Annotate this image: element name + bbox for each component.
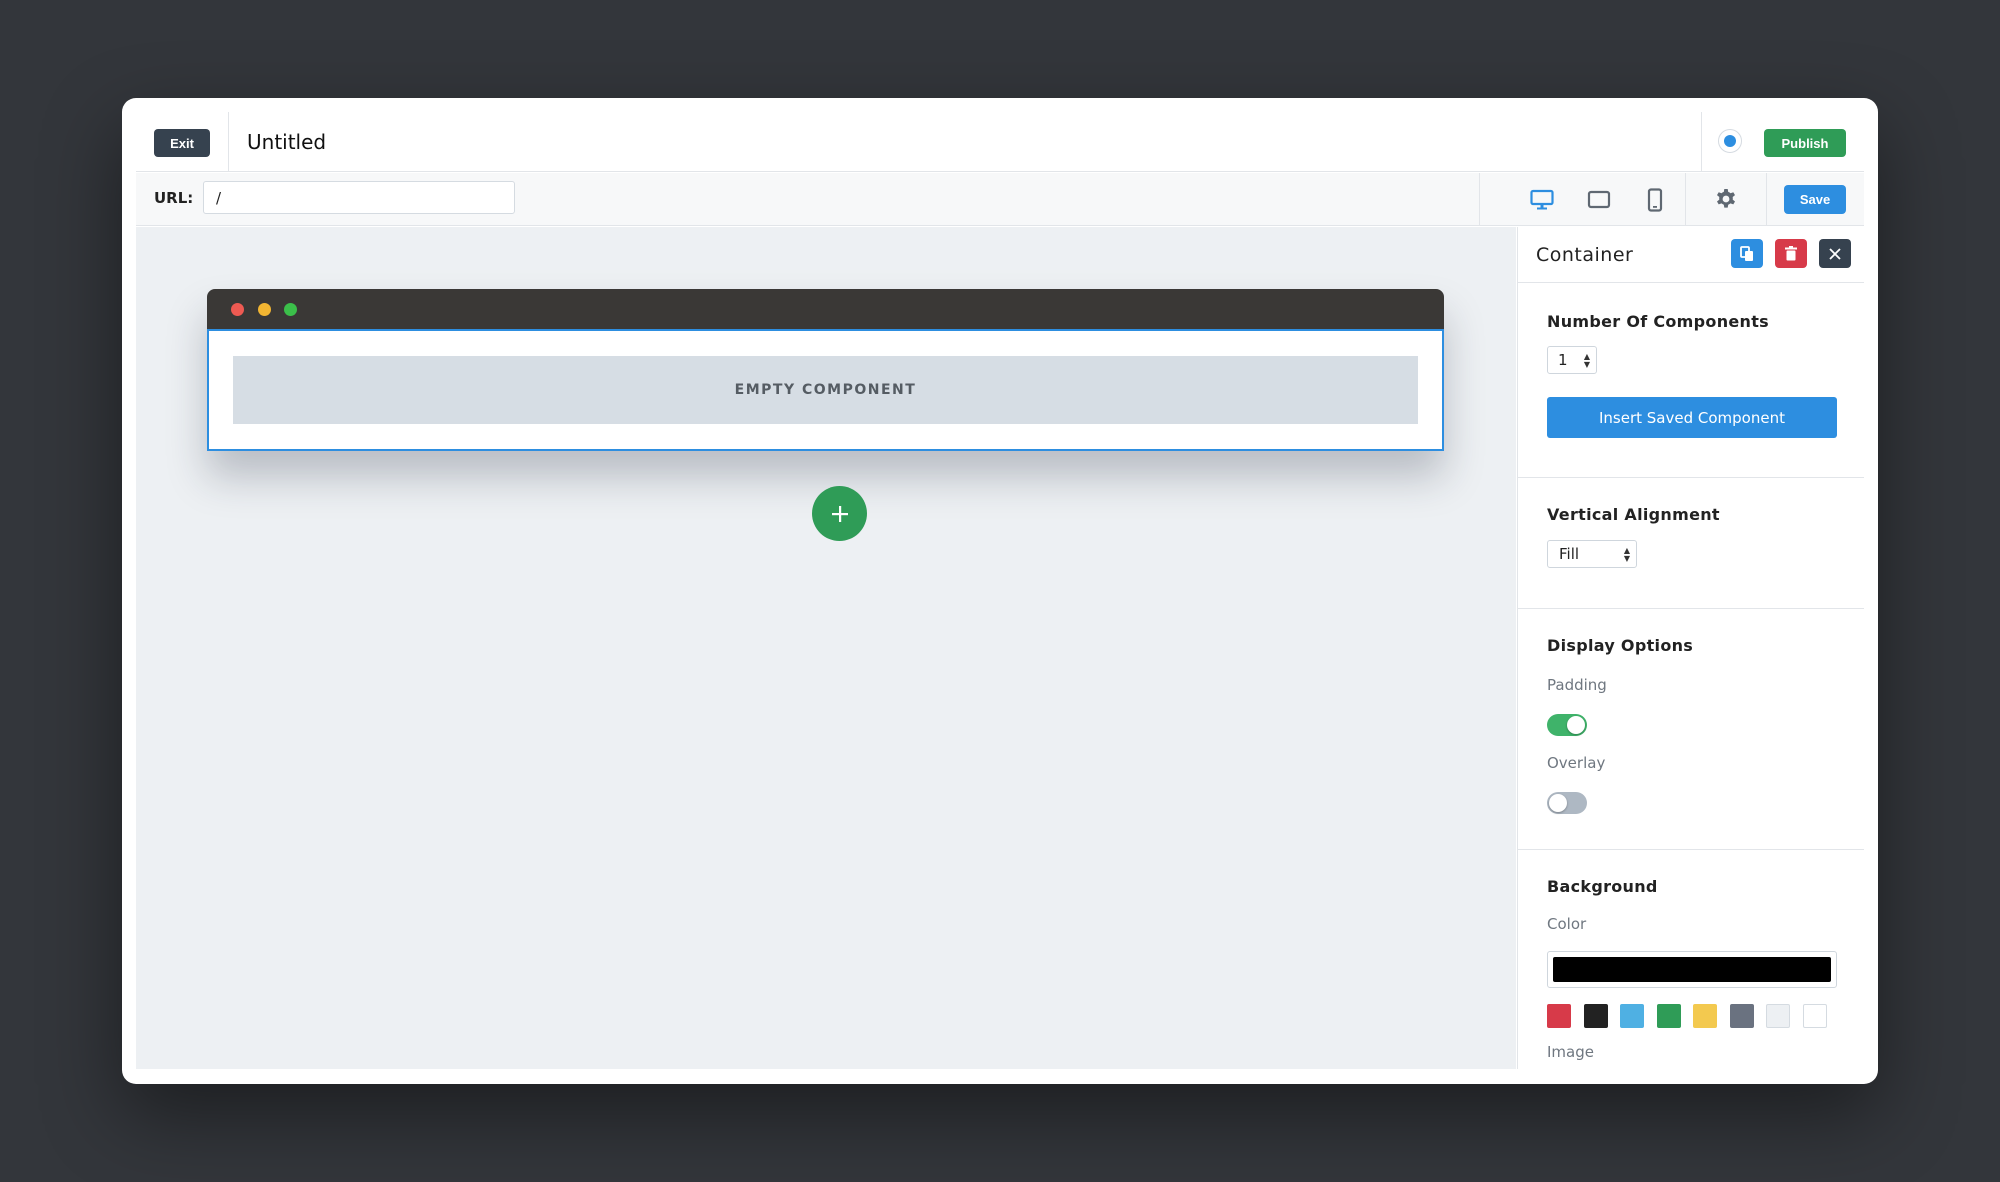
section-title: Vertical Alignment bbox=[1547, 505, 1720, 524]
editor-window: Exit Untitled Publish URL: Save bbox=[122, 98, 1878, 1084]
background-section: Background Color Image bbox=[1518, 851, 1864, 1069]
panel-title: Container bbox=[1536, 244, 1634, 266]
padding-label: Padding bbox=[1547, 676, 1607, 694]
color-swatch[interactable] bbox=[1729, 1004, 1754, 1028]
color-swatch[interactable] bbox=[1693, 1004, 1717, 1028]
stepper-arrows-icon[interactable]: ▲ ▼ bbox=[1584, 353, 1590, 369]
image-label: Image bbox=[1547, 1043, 1594, 1061]
divider bbox=[1685, 173, 1686, 226]
save-button[interactable]: Save bbox=[1784, 185, 1846, 214]
number-of-components-section: Number Of Components 1 ▲ ▼ Insert Saved C… bbox=[1518, 284, 1864, 478]
color-preview bbox=[1553, 957, 1831, 982]
publish-button[interactable]: Publish bbox=[1764, 129, 1846, 157]
divider bbox=[228, 112, 229, 172]
duplicate-button[interactable] bbox=[1731, 239, 1763, 268]
stepper-value: 1 bbox=[1558, 351, 1568, 369]
plus-icon bbox=[831, 505, 848, 522]
page-title[interactable]: Untitled bbox=[247, 130, 326, 154]
maximize-dot-icon bbox=[284, 303, 297, 316]
gear-icon[interactable] bbox=[1712, 186, 1740, 214]
vertical-alignment-section: Vertical Alignment Fill ▲ ▼ bbox=[1518, 479, 1864, 609]
status-indicator[interactable] bbox=[1718, 129, 1742, 153]
color-swatch[interactable] bbox=[1802, 1004, 1827, 1028]
background-color-input[interactable] bbox=[1547, 951, 1837, 988]
divider bbox=[1479, 173, 1480, 226]
padding-toggle[interactable] bbox=[1547, 714, 1587, 736]
section-title: Display Options bbox=[1547, 636, 1694, 655]
close-icon bbox=[1829, 247, 1841, 260]
delete-button[interactable] bbox=[1775, 239, 1807, 268]
exit-button[interactable]: Exit bbox=[154, 129, 210, 157]
browser-frame: EMPTY COMPONENT bbox=[207, 289, 1444, 451]
close-panel-button[interactable] bbox=[1819, 239, 1851, 268]
section-title: Number Of Components bbox=[1547, 312, 1770, 331]
color-swatch[interactable] bbox=[1656, 1004, 1681, 1028]
divider bbox=[1701, 112, 1702, 172]
url-bar: URL: Save bbox=[136, 173, 1864, 226]
select-value: Fill bbox=[1559, 545, 1580, 563]
color-label: Color bbox=[1547, 915, 1587, 933]
desktop-icon[interactable] bbox=[1528, 186, 1556, 214]
url-label: URL: bbox=[154, 189, 194, 207]
color-swatch[interactable] bbox=[1620, 1004, 1644, 1028]
close-dot-icon bbox=[231, 303, 244, 316]
color-swatch[interactable] bbox=[1583, 1004, 1608, 1028]
top-bar: Exit Untitled Publish bbox=[136, 98, 1864, 172]
tablet-icon[interactable] bbox=[1585, 186, 1613, 214]
mobile-icon[interactable] bbox=[1641, 186, 1669, 214]
select-arrows-icon: ▲ ▼ bbox=[1623, 546, 1630, 563]
minimize-dot-icon bbox=[258, 303, 271, 316]
insert-saved-component-button[interactable]: Insert Saved Component bbox=[1547, 397, 1837, 438]
overlay-label: Overlay bbox=[1547, 754, 1606, 772]
add-component-button[interactable] bbox=[812, 486, 867, 541]
panel-header: Container bbox=[1518, 227, 1864, 283]
editor-canvas: EMPTY COMPONENT bbox=[136, 227, 1516, 1069]
overlay-toggle[interactable] bbox=[1547, 792, 1587, 814]
components-stepper[interactable]: 1 ▲ ▼ bbox=[1547, 346, 1597, 374]
browser-frame-header bbox=[207, 289, 1444, 331]
vertical-alignment-select[interactable]: Fill ▲ ▼ bbox=[1547, 540, 1637, 568]
toggle-knob bbox=[1567, 716, 1585, 734]
empty-component[interactable]: EMPTY COMPONENT bbox=[233, 356, 1418, 424]
url-input[interactable] bbox=[203, 181, 515, 214]
divider bbox=[1766, 173, 1767, 226]
copy-icon bbox=[1740, 245, 1753, 261]
color-swatch[interactable] bbox=[1766, 1004, 1790, 1028]
section-title: Background bbox=[1547, 877, 1658, 896]
trash-icon bbox=[1785, 246, 1797, 261]
container-selected[interactable]: EMPTY COMPONENT bbox=[207, 329, 1444, 451]
toggle-knob bbox=[1549, 794, 1567, 812]
display-options-section: Display Options Padding Overlay bbox=[1518, 610, 1864, 850]
color-swatch[interactable] bbox=[1547, 1004, 1571, 1028]
properties-panel: Container Number Of Components 1 ▲ ▼ Inse… bbox=[1517, 227, 1864, 1069]
